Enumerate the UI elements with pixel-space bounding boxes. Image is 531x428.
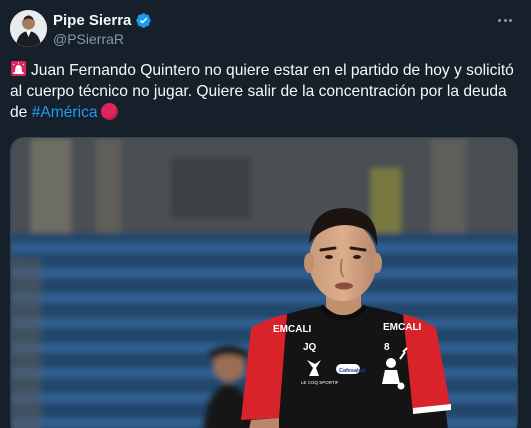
author-display-name[interactable]: Pipe Sierra	[53, 12, 131, 29]
siren-emoji-icon	[10, 60, 27, 77]
more-options-icon[interactable]	[495, 12, 515, 28]
verified-badge-icon	[135, 12, 152, 29]
hashtag-link[interactable]: #América	[32, 104, 98, 121]
author-avatar[interactable]	[10, 10, 47, 47]
jersey-number: 8	[384, 342, 390, 353]
jersey-center-badge: Cafesalud	[339, 368, 365, 374]
jersey-brand: LE COQ SPORTIF	[301, 380, 339, 385]
author-handle[interactable]: @PSierraR	[53, 31, 124, 47]
author-name-row[interactable]: Pipe Sierra	[53, 12, 152, 29]
jersey-right-sponsor: EMCALI	[383, 322, 422, 333]
jersey-left-sponsor: EMCALI	[273, 324, 312, 335]
tweet[interactable]: Pipe Sierra @PSierraR Juan Fernando Quin…	[0, 0, 531, 428]
tweet-photo[interactable]: EMCALI EMCALI JQ 8 LE COQ SPORTIF Cafesa…	[10, 137, 518, 428]
tweet-text: Juan Fernando Quintero no quiere estar e…	[10, 60, 520, 123]
red-circle-emoji-icon	[100, 103, 118, 120]
jersey-initials: JQ	[303, 342, 317, 353]
